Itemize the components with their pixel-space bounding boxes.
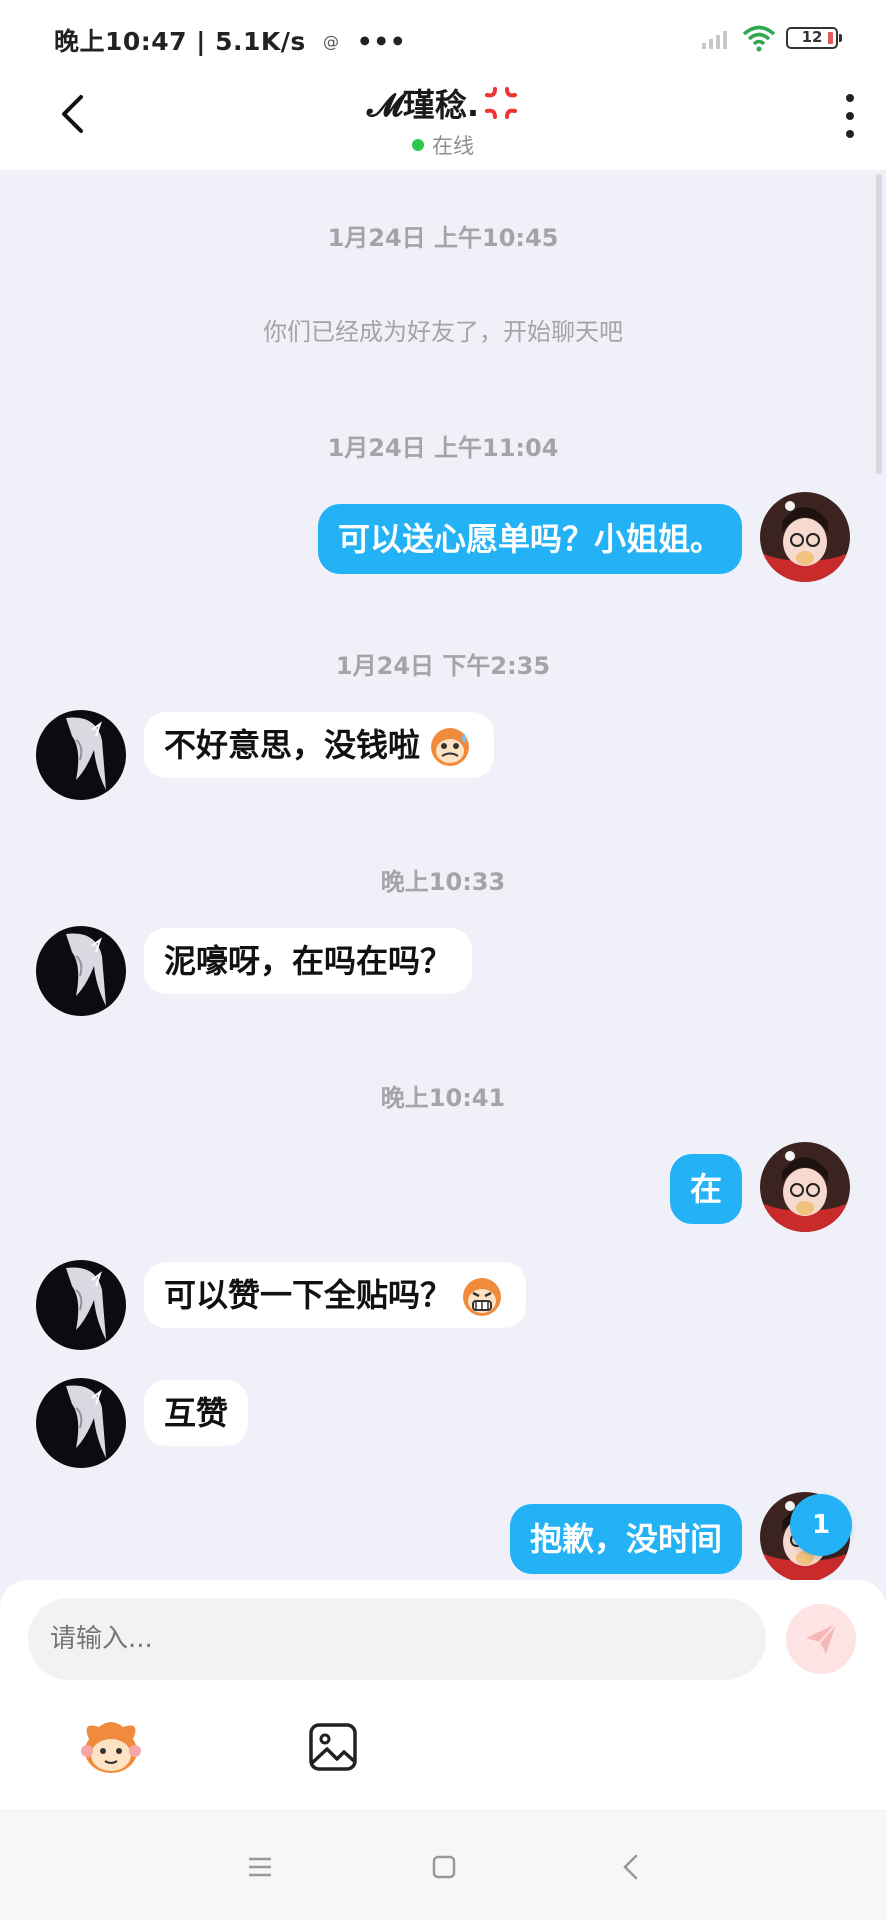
timestamp: 1月24日 上午11:04: [327, 434, 559, 462]
contact-avatar[interactable]: [36, 1378, 126, 1468]
message-list[interactable]: 1月24日 上午10:45 你们已经成为好友了，开始聊天吧 1月24日 上午11…: [0, 170, 886, 1582]
message-bubble[interactable]: 泥嚎呀，在吗在吗？: [144, 928, 473, 994]
message-input[interactable]: [28, 1598, 766, 1680]
timestamp: 1月24日 上午10:45: [327, 224, 559, 252]
message-row-incoming: 泥嚎呀，在吗在吗？: [36, 926, 473, 1016]
back-arrow-icon: [623, 1854, 638, 1880]
system-message: 你们已经成为好友了，开始聊天吧: [263, 318, 623, 346]
top-bar: 晚上10:47 | 5.1K/s @ ••• 12 𝓜瑾稔. 在线: [0, 0, 886, 170]
message-row-incoming: 互赞: [36, 1378, 249, 1468]
home-button[interactable]: [424, 1847, 464, 1887]
my-avatar[interactable]: [760, 1142, 850, 1232]
menu-icon: [249, 1857, 271, 1877]
message-bubble[interactable]: 抱歉，没时间: [509, 1504, 742, 1574]
message-row-outgoing: 在: [669, 1142, 850, 1232]
image-button[interactable]: [298, 1712, 368, 1782]
my-avatar[interactable]: [760, 492, 850, 582]
message-bubble[interactable]: 可以赞一下全贴吗？: [144, 1262, 527, 1328]
message-row-outgoing: 可以送心愿单吗？小姐姐。: [317, 492, 850, 582]
timestamp: 晚上10:33: [380, 868, 506, 896]
composer: [0, 1580, 886, 1810]
send-button[interactable]: [786, 1604, 856, 1674]
image-icon: [309, 1723, 357, 1771]
contact-avatar[interactable]: [36, 1260, 126, 1350]
timestamp: 1月24日 下午2:35: [335, 652, 551, 680]
anger-symbol-icon: [485, 87, 517, 119]
battery-icon: 12: [786, 27, 842, 49]
wifi-icon: [742, 25, 776, 52]
send-icon: [806, 1623, 837, 1654]
network-speed: 5.1K/s: [215, 27, 306, 56]
more-notifications-icon: •••: [356, 27, 407, 56]
recent-apps-button[interactable]: [240, 1847, 280, 1887]
contact-name: 𝓜瑾稔.: [367, 80, 519, 126]
contact-avatar[interactable]: [36, 926, 126, 1016]
message-bubble[interactable]: 可以送心愿单吗？小姐姐。: [317, 504, 742, 574]
monkey-sweat-emoji-icon: [431, 728, 470, 766]
message-row-incoming: 不好意思，没钱啦: [36, 710, 495, 800]
signal-icon: [702, 31, 727, 49]
system-icons: 12: [702, 24, 842, 52]
more-options-button[interactable]: [840, 94, 860, 138]
status-time: 晚上10:47: [54, 27, 188, 56]
system-navigation-bar: [0, 1810, 886, 1920]
at-icon: @: [323, 32, 340, 51]
message-bubble[interactable]: 不好意思，没钱啦: [144, 712, 495, 778]
home-square-icon: [432, 1855, 456, 1879]
chat-screen: 晚上10:47 | 5.1K/s @ ••• 12 𝓜瑾稔. 在线 1月24日 …: [0, 0, 886, 1920]
contact-avatar[interactable]: [36, 710, 126, 800]
emoji-button[interactable]: [76, 1712, 146, 1782]
unread-count-badge[interactable]: 1: [790, 1494, 852, 1556]
nav-back-button[interactable]: [610, 1847, 650, 1887]
message-bubble[interactable]: 互赞: [144, 1380, 249, 1446]
monkey-face-icon: [81, 1722, 141, 1773]
monkey-grin-emoji-icon: [463, 1278, 502, 1316]
online-dot-icon: [412, 139, 424, 151]
presence-status: 在线: [412, 130, 474, 160]
status-bar: 晚上10:47 | 5.1K/s @ •••: [54, 27, 407, 56]
message-bubble[interactable]: 在: [669, 1154, 742, 1224]
chat-title-block: 𝓜瑾稔. 在线: [0, 80, 886, 160]
timestamp: 晚上10:41: [380, 1084, 506, 1112]
message-row-incoming: 可以赞一下全贴吗？: [36, 1260, 527, 1350]
battery-level: 12: [801, 28, 823, 46]
